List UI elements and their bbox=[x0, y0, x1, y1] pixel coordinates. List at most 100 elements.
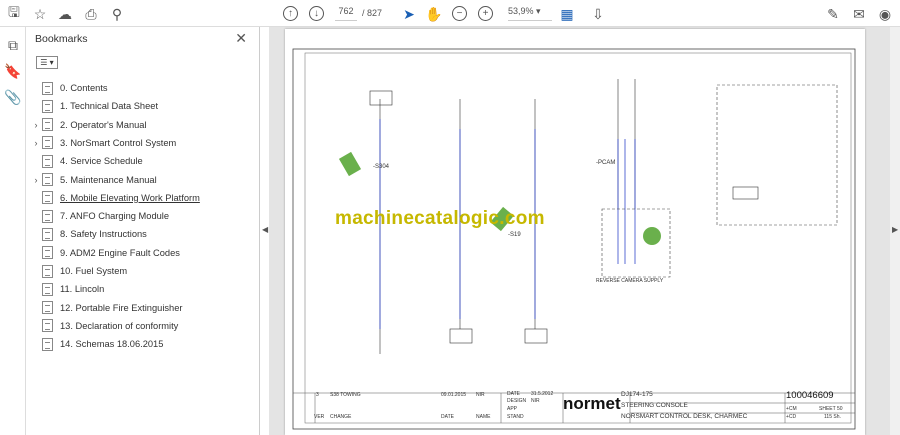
bookmark-item[interactable]: 11. Lincoln bbox=[30, 280, 104, 298]
bookmark-item[interactable]: 0. Contents bbox=[30, 79, 108, 97]
switch-label-s304: -S304 bbox=[373, 164, 390, 170]
bookmark-options-button[interactable]: ☰ ▾ bbox=[36, 56, 58, 69]
bookmark-page-icon bbox=[42, 301, 53, 315]
bookmark-page-icon bbox=[42, 81, 53, 95]
bookmark-label: 6. Mobile Elevating Work Platform bbox=[60, 192, 200, 203]
bookmark-item[interactable]: 1. Technical Data Sheet bbox=[30, 97, 158, 115]
tb-change-date: 09.01.2015 bbox=[441, 392, 467, 398]
pages-icon[interactable]: ⧉ bbox=[3, 35, 23, 55]
tb-sheet: SHEET 50 bbox=[819, 406, 843, 412]
bookmark-item[interactable]: 13. Declaration of conformity bbox=[30, 317, 178, 335]
save-icon[interactable]: 🖫 bbox=[4, 4, 24, 24]
bookmarks-icon[interactable]: 🔖 bbox=[3, 61, 23, 81]
tb-doc-number: 100046609 bbox=[786, 390, 834, 401]
bookmark-item[interactable]: 6. Mobile Elevating Work Platform bbox=[30, 189, 200, 207]
expand-right-panel-icon[interactable]: ▶ bbox=[892, 225, 898, 234]
upload-cloud-icon[interactable]: ☁ bbox=[55, 4, 75, 24]
tb-col-name: NAME bbox=[476, 414, 491, 420]
next-page-icon[interactable]: ↓ bbox=[309, 6, 324, 21]
chevron-right-icon[interactable]: › bbox=[30, 120, 42, 130]
fit-page-icon[interactable]: ▦ bbox=[557, 4, 577, 24]
bookmark-label: 9. ADM2 Engine Fault Codes bbox=[60, 247, 180, 258]
bookmark-label: 11. Lincoln bbox=[60, 284, 105, 295]
tb-ver-label: VER bbox=[314, 414, 325, 420]
bookmark-page-icon bbox=[42, 209, 53, 223]
select-cursor-icon[interactable]: ➤ bbox=[399, 4, 419, 24]
email-icon[interactable]: ✉ bbox=[849, 4, 869, 24]
bookmark-page-icon bbox=[42, 136, 53, 150]
bookmark-item[interactable]: › 3. NorSmart Control System bbox=[30, 134, 176, 152]
bookmark-item[interactable]: 14. Schemas 18.06.2015 bbox=[30, 335, 163, 353]
bookmark-page-icon bbox=[42, 264, 53, 278]
chevron-right-icon[interactable]: › bbox=[30, 175, 42, 185]
bookmark-star-icon[interactable]: ☆ bbox=[30, 4, 50, 24]
attachment-icon[interactable]: 📎 bbox=[3, 87, 23, 107]
account-icon[interactable]: ◉ bbox=[875, 4, 895, 24]
zoom-value: 53,9% bbox=[508, 6, 534, 16]
hand-tool-icon[interactable]: ✋ bbox=[424, 4, 444, 24]
bookmark-item[interactable]: 8. Safety Instructions bbox=[30, 225, 147, 243]
bookmark-label: 5. Maintenance Manual bbox=[60, 174, 157, 185]
bookmark-label: 14. Schemas 18.06.2015 bbox=[60, 339, 164, 350]
tb-doc-title: STEERING CONSOLE bbox=[621, 402, 688, 409]
label-camera: REVERSE CAMERA SUPPLY bbox=[596, 278, 664, 284]
bookmark-page-icon bbox=[42, 154, 53, 168]
bookmark-page-icon bbox=[42, 337, 53, 351]
bookmark-item[interactable]: 10. Fuel System bbox=[30, 262, 127, 280]
search-icon[interactable]: ⚲ bbox=[107, 4, 127, 24]
bookmark-page-icon bbox=[42, 227, 53, 241]
tb-cd: +CD bbox=[786, 414, 797, 420]
bookmark-page-icon bbox=[42, 191, 53, 205]
tb-app-label: APP bbox=[507, 406, 518, 412]
sign-icon[interactable]: ✎ bbox=[823, 4, 843, 24]
bookmark-item[interactable]: 4. Service Schedule bbox=[30, 152, 143, 170]
bookmark-label: 3. NorSmart Control System bbox=[60, 137, 177, 148]
close-icon[interactable]: ✕ bbox=[235, 30, 247, 47]
tb-cm: +CM bbox=[786, 406, 797, 412]
tb-change: S38 TOWING bbox=[330, 392, 361, 398]
tb-design-label: DESIGN bbox=[507, 398, 527, 404]
bookmark-label: 4. Service Schedule bbox=[60, 156, 143, 167]
bookmark-item[interactable]: › 5. Maintenance Manual bbox=[30, 171, 157, 189]
document-viewer bbox=[269, 27, 890, 435]
bookmark-label: 10. Fuel System bbox=[60, 266, 128, 276]
tb-date: 31.5.2012 bbox=[531, 391, 554, 397]
zoom-in-icon[interactable]: + bbox=[478, 6, 493, 21]
bookmark-item[interactable]: 9. ADM2 Engine Fault Codes bbox=[30, 244, 180, 262]
page-number-input[interactable]: 762 bbox=[335, 6, 357, 21]
bookmark-page-icon bbox=[42, 118, 53, 132]
scroll-mode-icon[interactable]: ⇩ bbox=[588, 4, 608, 24]
bookmark-page-icon bbox=[42, 173, 53, 186]
bookmark-page-icon bbox=[42, 319, 53, 333]
toolbar: 🖫 ☆ ☁ ⎙ ⚲ ↑ ↓ 762 / 827 ➤ ✋ − + 53,9% ▾ … bbox=[0, 0, 900, 27]
watermark: machinecatalogic.com bbox=[335, 208, 545, 229]
schematic-drawing bbox=[292, 48, 856, 430]
bookmark-label: 12. Portable Fire Extinguisher bbox=[60, 302, 183, 313]
bookmark-item[interactable]: › 2. Operator's Manual bbox=[30, 116, 147, 134]
page-total: / 827 bbox=[362, 8, 383, 18]
tb-design: NIR bbox=[531, 398, 540, 404]
normet-logo: normet bbox=[563, 394, 621, 413]
tb-change-label: CHANGE bbox=[330, 414, 352, 420]
bookmark-label: 13. Declaration of conformity bbox=[60, 320, 179, 331]
tb-col-date: DATE bbox=[441, 414, 454, 420]
print-icon[interactable]: ⎙ bbox=[81, 4, 101, 24]
chevron-right-icon[interactable]: › bbox=[30, 138, 42, 148]
bookmark-page-icon bbox=[42, 246, 53, 260]
switch-label-s19: -S19 bbox=[508, 232, 521, 238]
bookmark-page-icon bbox=[42, 282, 53, 296]
bookmark-label: 2. Operator's Manual bbox=[60, 119, 147, 130]
zoom-select[interactable]: 53,9% ▾ bbox=[508, 6, 552, 21]
tb-model: DJ174-175 bbox=[621, 391, 653, 398]
tb-ver: 3 bbox=[316, 392, 319, 398]
schematic-page bbox=[285, 29, 865, 435]
collapse-panel-icon[interactable]: ◀ bbox=[262, 225, 268, 234]
tb-date-label: DATE bbox=[507, 391, 520, 397]
bookmark-item[interactable]: 12. Portable Fire Extinguisher bbox=[30, 299, 182, 317]
zoom-out-icon[interactable]: − bbox=[452, 6, 467, 21]
tb-change-name: NIR bbox=[476, 392, 485, 398]
previous-page-icon[interactable]: ↑ bbox=[283, 6, 298, 21]
bookmark-label: 7. ANFO Charging Module bbox=[60, 211, 170, 222]
left-rail: ⧉ 🔖 📎 bbox=[0, 27, 26, 435]
bookmark-item[interactable]: 7. ANFO Charging Module bbox=[30, 207, 169, 225]
